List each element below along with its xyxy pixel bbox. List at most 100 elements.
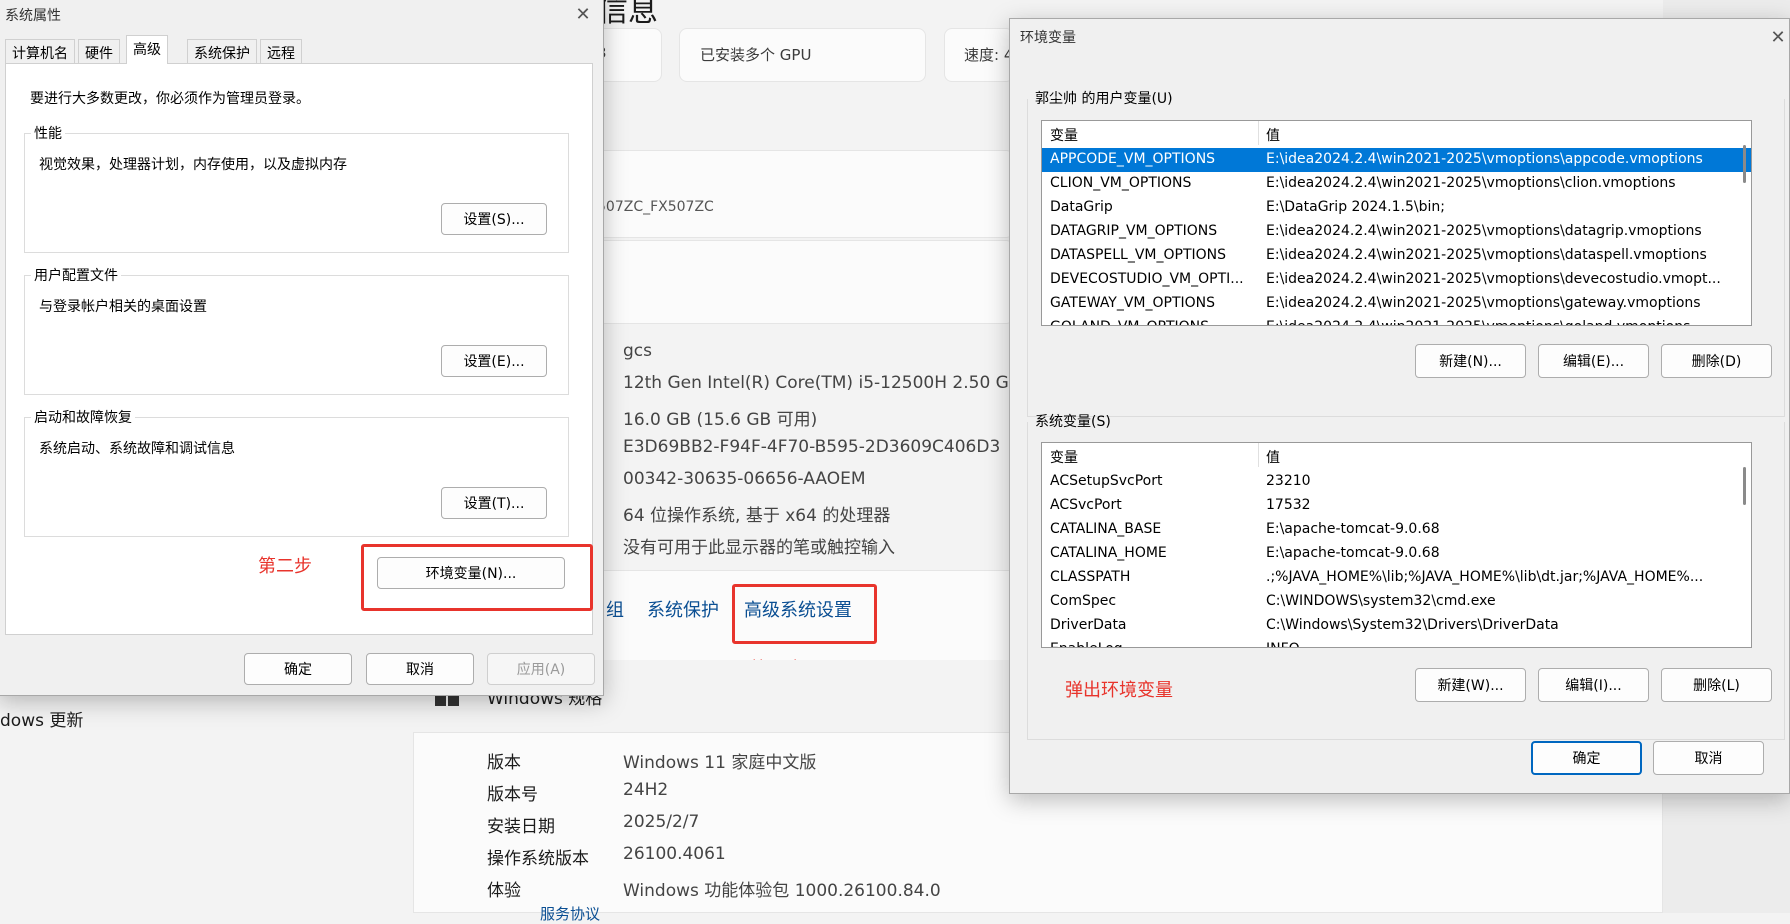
environment-variables-button[interactable]: 环境变量(N)... (377, 557, 565, 589)
table-row[interactable]: CATALINA_HOME E:\apache-tomcat-9.0.68 (1042, 542, 1751, 566)
scrollbar-thumb[interactable] (1743, 145, 1746, 183)
spec-value: E3D69BB2-F94F-4F70-B595-2D3609C406D3 (623, 437, 1001, 457)
variable-name: GOLAND_VM_OPTIONS (1050, 319, 1256, 325)
variable-value: E:\idea2024.2.4\win2021-2025\vmoptions\g… (1266, 295, 1701, 311)
user-edit-button[interactable]: 编辑(E)... (1538, 344, 1649, 378)
device-model: 507ZC_FX507ZC (597, 199, 714, 215)
variable-name: ACSvcPort (1050, 497, 1122, 513)
close-icon[interactable]: ✕ (573, 5, 593, 25)
advanced-tab-pane: 要进行大多数更改，你必须作为管理员登录。 性能 视觉效果，处理器计划，内存使用，… (5, 63, 593, 635)
column-variable[interactable]: 变量 (1050, 125, 1078, 145)
variable-name: GATEWAY_VM_OPTIONS (1050, 295, 1216, 311)
environment-variables-dialog: 环境变量 ✕ 郭尘帅 的用户变量(U) 变量 值 APPCODE_VM_OPTI… (1009, 18, 1790, 794)
table-row[interactable]: EnableLog INFO (1042, 638, 1751, 647)
table-row[interactable]: CLASSPATH .;%JAVA_HOME%\lib;%JAVA_HOME%\l… (1042, 566, 1751, 590)
close-icon[interactable]: ✕ (1768, 28, 1788, 48)
system-edit-button[interactable]: 编辑(I)... (1538, 668, 1649, 702)
system-delete-button[interactable]: 删除(L) (1661, 668, 1772, 702)
dialog-title: 系统属性 (5, 8, 61, 24)
windows-spec-key: 版本号 (487, 785, 538, 805)
speed-label: 速度: 4 (964, 46, 1014, 64)
service-agreement-link[interactable]: 服务协议 (540, 903, 600, 924)
tab-hardware[interactable]: 硬件 (78, 39, 120, 63)
group-startup-recovery: 启动和故障恢复 系统启动、系统故障和调试信息 设置(T)... (24, 407, 569, 537)
tab-computer-name[interactable]: 计算机名 (5, 39, 75, 63)
variable-value: E:\idea2024.2.4\win2021-2025\vmoptions\a… (1266, 151, 1703, 167)
windows-spec-value: Windows 功能体验包 1000.26100.84.0 (623, 881, 941, 901)
windows-spec-key: 体验 (487, 881, 521, 901)
variable-name: CATALINA_HOME (1050, 545, 1167, 561)
dialog-title: 环境变量 (1020, 30, 1076, 46)
variable-name: CATALINA_BASE (1050, 521, 1162, 537)
spec-value: 64 位操作系统, 基于 x64 的处理器 (623, 506, 891, 526)
table-row[interactable]: ComSpec C:\WINDOWS\system32\cmd.exe (1042, 590, 1751, 614)
user-delete-button[interactable]: 删除(D) (1661, 344, 1772, 378)
nav-windows-update[interactable]: dows 更新 (0, 706, 83, 731)
windows-spec-value: Windows 11 家庭中文版 (623, 753, 817, 773)
variable-value: E:\idea2024.2.4\win2021-2025\vmoptions\d… (1266, 247, 1707, 263)
table-row[interactable]: APPCODE_VM_OPTIONS E:\idea2024.2.4\win202… (1042, 148, 1751, 172)
apply-button[interactable]: 应用(A) (487, 653, 595, 685)
tab-remote[interactable]: 远程 (260, 39, 302, 63)
link-system-protection[interactable]: 系统保护 (647, 596, 719, 622)
user-vars-list[interactable]: 变量 值 APPCODE_VM_OPTIONS E:\idea2024.2.4\w… (1041, 120, 1752, 326)
table-row[interactable]: DEVECOSTUDIO_VM_OPTI... E:\idea2024.2.4\w… (1042, 268, 1751, 292)
startup-recovery-settings-button[interactable]: 设置(T)... (441, 487, 547, 519)
windows-spec-key: 操作系统版本 (487, 849, 589, 869)
cancel-button[interactable]: 取消 (366, 653, 474, 685)
ok-button[interactable]: 确定 (244, 653, 352, 685)
system-new-button[interactable]: 新建(W)... (1415, 668, 1526, 702)
variable-name: DataGrip (1050, 199, 1113, 215)
env-cancel-button[interactable]: 取消 (1653, 741, 1764, 775)
table-row[interactable]: GOLAND_VM_OPTIONS E:\idea2024.2.4\win2021… (1042, 316, 1751, 325)
variable-name: APPCODE_VM_OPTIONS (1050, 151, 1216, 167)
tab-advanced[interactable]: 高级 (126, 35, 168, 64)
variable-value: E:\idea2024.2.4\win2021-2025\vmoptions\d… (1266, 223, 1702, 239)
variable-value: 23210 (1266, 473, 1311, 489)
performance-settings-button[interactable]: 设置(S)... (441, 203, 547, 235)
user-profiles-settings-button[interactable]: 设置(E)... (441, 345, 547, 377)
table-row[interactable]: DriverData C:\Windows\System32\Drivers\Dr… (1042, 614, 1751, 638)
tab-system-protection[interactable]: 系统保护 (187, 39, 257, 63)
variable-name: DEVECOSTUDIO_VM_OPTI... (1050, 271, 1244, 287)
env-ok-button[interactable]: 确定 (1531, 741, 1642, 775)
user-new-button[interactable]: 新建(N)... (1415, 344, 1526, 378)
system-vars-list[interactable]: 变量 值 ACSetupSvcPort 23210 ACSvcPort 17532 CA… (1041, 442, 1752, 648)
variable-name: DATASPELL_VM_OPTIONS (1050, 247, 1227, 263)
column-value[interactable]: 值 (1266, 447, 1280, 467)
group-title: 用户配置文件 (31, 265, 121, 285)
spec-value: 12th Gen Intel(R) Core(TM) i5-12500H 2.5… (623, 373, 1031, 393)
admin-note: 要进行大多数更改，你必须作为管理员登录。 (30, 91, 310, 107)
group-description: 与登录帐户相关的桌面设置 (39, 299, 207, 315)
variable-name: ACSetupSvcPort (1050, 473, 1163, 489)
windows-spec-value: 24H2 (623, 780, 669, 800)
link-domain-workgroup[interactable]: 组 (606, 596, 624, 622)
variable-name: DriverData (1050, 617, 1127, 633)
group-description: 系统启动、系统故障和调试信息 (39, 441, 235, 457)
group-performance: 性能 视觉效果，处理器计划，内存使用，以及虚拟内存 设置(S)... (24, 123, 569, 253)
variable-value: E:\DataGrip 2024.1.5\bin; (1266, 199, 1445, 215)
table-row[interactable]: ACSvcPort 17532 (1042, 494, 1751, 518)
table-row[interactable]: CLION_VM_OPTIONS E:\idea2024.2.4\win2021-… (1042, 172, 1751, 196)
variable-name: DATAGRIP_VM_OPTIONS (1050, 223, 1218, 239)
variable-value: E:\apache-tomcat-9.0.68 (1266, 545, 1440, 561)
annotation-step2: 第二步 (258, 556, 312, 577)
column-value[interactable]: 值 (1266, 125, 1280, 145)
variable-value: E:\idea2024.2.4\win2021-2025\vmoptions\c… (1266, 175, 1676, 191)
scrollbar-thumb[interactable] (1743, 467, 1746, 505)
variable-name: CLASSPATH (1050, 569, 1131, 585)
table-row[interactable]: DataGrip E:\DataGrip 2024.1.5\bin; (1042, 196, 1751, 220)
column-variable[interactable]: 变量 (1050, 447, 1078, 467)
table-row[interactable]: DATAGRIP_VM_OPTIONS E:\idea2024.2.4\win20… (1042, 220, 1751, 244)
spec-value: 16.0 GB (15.6 GB 可用) (623, 410, 818, 430)
table-row[interactable]: ACSetupSvcPort 23210 (1042, 470, 1751, 494)
spec-value: gcs (623, 341, 652, 361)
list-header: 变量 值 (1042, 443, 1751, 467)
table-row[interactable]: CATALINA_BASE E:\apache-tomcat-9.0.68 (1042, 518, 1751, 542)
user-vars-rows: APPCODE_VM_OPTIONS E:\idea2024.2.4\win202… (1042, 148, 1751, 325)
group-title: 性能 (31, 123, 65, 143)
table-row[interactable]: GATEWAY_VM_OPTIONS E:\idea2024.2.4\win202… (1042, 292, 1751, 316)
spec-value: 00342-30635-06656-AAOEM (623, 469, 866, 489)
table-row[interactable]: DATASPELL_VM_OPTIONS E:\idea2024.2.4\win2… (1042, 244, 1751, 268)
windows-spec-value: 26100.4061 (623, 844, 726, 864)
